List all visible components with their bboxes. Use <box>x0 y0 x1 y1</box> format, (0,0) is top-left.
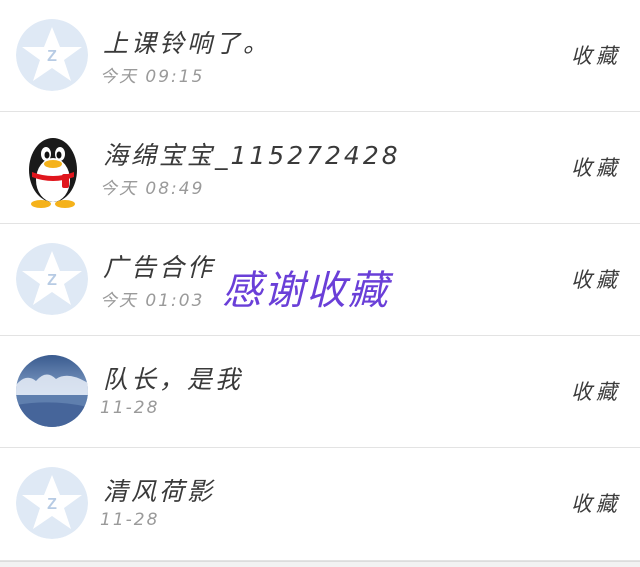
favorite-button[interactable]: 收藏 <box>571 488 621 518</box>
message-time: 今天 01:03 <box>100 291 205 311</box>
message-time: 11-28 <box>100 398 160 418</box>
message-time: 今天 09:15 <box>100 67 205 87</box>
favorite-button[interactable]: 收藏 <box>571 376 621 406</box>
contact-name: 海绵宝宝_115272428 <box>103 141 401 170</box>
qq-penguin-icon <box>22 130 84 208</box>
list-item[interactable]: Z 清风荷影 11-28 收藏 <box>0 448 640 561</box>
watermark-text: 感谢收藏 <box>222 268 390 314</box>
default-avatar-icon: Z <box>16 243 88 315</box>
contact-name: 清风荷影 <box>103 477 216 506</box>
list-item[interactable]: Z 上课铃响了。 今天 09:15 收藏 <box>0 0 640 112</box>
contact-name: 队长，是我 <box>103 365 244 394</box>
favorite-button[interactable]: 收藏 <box>571 40 621 70</box>
contact-name: 上课铃响了。 <box>103 29 272 58</box>
message-time: 11-28 <box>100 510 160 530</box>
bottom-divider <box>0 561 640 567</box>
list-item[interactable]: 海绵宝宝_115272428 今天 08:49 收藏 <box>0 112 640 224</box>
photo-avatar <box>16 355 88 427</box>
default-avatar-icon: Z <box>16 467 88 539</box>
default-avatar-icon: Z <box>16 19 88 91</box>
svg-text:Z: Z <box>47 272 57 289</box>
favorite-button[interactable]: 收藏 <box>571 152 621 182</box>
svg-text:Z: Z <box>47 496 57 513</box>
contact-list: Z 上课铃响了。 今天 09:15 收藏 海绵宝宝_115272428 今天 0… <box>0 0 640 567</box>
message-time: 今天 08:49 <box>100 179 205 199</box>
favorite-button[interactable]: 收藏 <box>571 264 621 294</box>
svg-text:Z: Z <box>47 48 57 65</box>
contact-name: 广告合作 <box>103 253 216 282</box>
list-item[interactable]: 队长，是我 11-28 收藏 <box>0 336 640 448</box>
